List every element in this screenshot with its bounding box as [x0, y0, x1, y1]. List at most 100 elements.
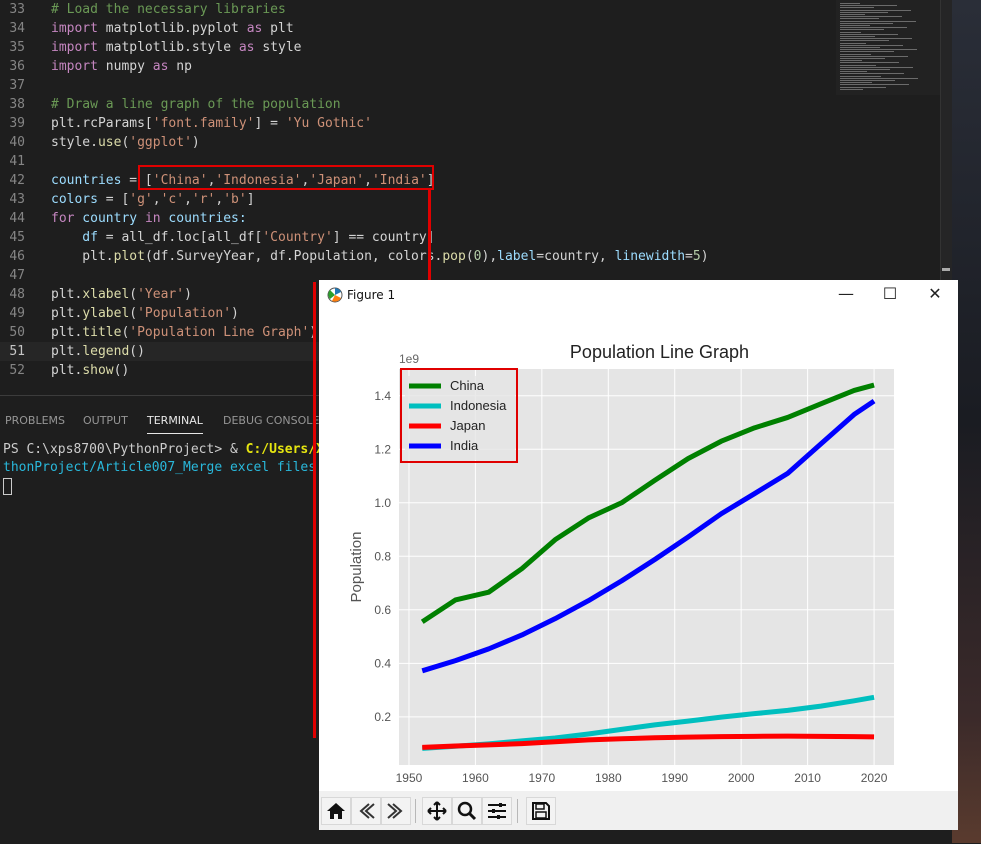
code-line[interactable]: 34 import matplotlib.pyplot as plt: [0, 19, 940, 38]
zoom-icon: [457, 801, 477, 821]
minimap-line: [840, 88, 863, 90]
code-token: .: [90, 135, 98, 150]
code-token: matplotlib.style: [97, 40, 239, 55]
minimap-line: [840, 33, 898, 35]
x-tick-label: 1990: [661, 771, 688, 785]
code-text: for country in countries:: [51, 209, 247, 228]
code-token: 'b': [223, 192, 247, 207]
code-token: as: [246, 21, 263, 36]
minimap-line: [840, 66, 913, 68]
code-token: plt.: [51, 287, 83, 302]
code-line[interactable]: 36 import numpy as np: [0, 57, 940, 76]
code-line[interactable]: 38 # Draw a line graph of the population: [0, 95, 940, 114]
code-text: colors = ['g','c','r','b']: [51, 190, 255, 209]
minimap-line: [840, 82, 872, 84]
tab-terminal[interactable]: TERMINAL: [147, 414, 203, 434]
code-text: # Draw a line graph of the population: [51, 95, 341, 114]
code-token: countries:: [160, 211, 247, 226]
configure-icon: [488, 803, 506, 819]
minimap-line: [840, 60, 862, 62]
code-token: ]: [246, 192, 255, 207]
configure-button[interactable]: [482, 797, 512, 825]
code-token: 5: [692, 249, 701, 264]
line-number: 49: [9, 306, 25, 321]
pan-button[interactable]: [422, 797, 452, 825]
line-number: 33: [9, 2, 25, 17]
code-text: style.use('ggplot'): [51, 133, 200, 152]
code-token: matplotlib.pyplot: [97, 21, 247, 36]
code-line[interactable]: 45 df = all_df.loc[all_df['Country'] == …: [0, 228, 940, 247]
home-button[interactable]: [321, 797, 351, 825]
code-token: ] == country]: [332, 230, 435, 245]
line-number: 41: [9, 154, 25, 169]
annotation-vertical-line: [313, 282, 316, 738]
minimap-line: [840, 16, 902, 18]
code-line[interactable]: 39 plt.rcParams['font.family'] = 'Yu Goth…: [0, 114, 940, 133]
y-tick-label: 0.4: [374, 656, 391, 670]
scrollbar-thumb[interactable]: [942, 268, 950, 271]
terminal-line-1[interactable]: PS C:\xps8700\PythonProject> & C:/Users/…: [3, 442, 347, 457]
minimap-line: [840, 36, 875, 37]
code-token: ylabel: [82, 306, 130, 321]
code-token: 'Yu Gothic': [285, 116, 372, 131]
code-line[interactable]: 46 plt.plot(df.SurveyYear, df.Population…: [0, 247, 940, 266]
code-line[interactable]: 40 style.use('ggplot'): [0, 133, 940, 152]
code-line[interactable]: 37: [0, 76, 940, 95]
code-token: plt.: [51, 344, 83, 359]
minimap-line: [840, 55, 908, 57]
code-token: np: [168, 59, 192, 74]
minimize-button[interactable]: —: [831, 285, 861, 305]
back-button[interactable]: [351, 797, 381, 825]
tab-problems[interactable]: PROBLEMS: [5, 414, 65, 427]
code-token: plt.: [51, 249, 114, 264]
y-tick-label: 1.2: [374, 442, 391, 456]
line-number: 43: [9, 192, 25, 207]
maximize-button[interactable]: ☐: [875, 285, 905, 305]
minimap-line: [840, 25, 870, 26]
code-token: xlabel: [82, 287, 130, 302]
code-line[interactable]: 44 for country in countries:: [0, 209, 940, 228]
code-token: ): [700, 249, 709, 264]
code-token: = all_df.loc[all_df[: [97, 230, 263, 245]
tab-output[interactable]: OUTPUT: [83, 414, 128, 427]
minimap[interactable]: [836, 0, 940, 95]
terminal-line-2: thonProject/Article007_Merge excel files…: [3, 460, 356, 475]
code-token: (): [113, 363, 130, 378]
code-token: plt.: [51, 306, 83, 321]
figure-window: Figure 1 — ☐ ✕ 1950 1960 1970 1980 1990 2000 2…: [319, 280, 958, 830]
y-tick-label: 1.4: [374, 389, 391, 403]
code-token: ,: [184, 192, 192, 207]
code-token: ),: [481, 249, 498, 264]
line-number: 39: [9, 116, 25, 131]
code-line[interactable]: 35 import matplotlib.style as style: [0, 38, 940, 57]
code-token: 0: [473, 249, 482, 264]
code-token: plot: [113, 249, 145, 264]
annotation-countries-box: [138, 165, 434, 190]
minimap-line: [840, 53, 871, 55]
code-token: countries: [51, 173, 122, 188]
line-number: 42: [9, 173, 25, 188]
minimap-line: [840, 58, 885, 59]
toolbar-separator: [517, 799, 518, 823]
code-line[interactable]: 33 # Load the necessary libraries: [0, 0, 940, 19]
zoom-button[interactable]: [452, 797, 482, 825]
code-token: numpy: [97, 59, 153, 74]
code-token: use: [97, 135, 122, 150]
code-text: # Load the necessary libraries: [51, 0, 286, 19]
minimap-line: [840, 77, 918, 79]
home-icon: [327, 803, 345, 819]
line-number: 44: [9, 211, 25, 226]
tab-debug-console[interactable]: DEBUG CONSOLE: [223, 414, 319, 427]
code-line[interactable]: 43 colors = ['g','c','r','b']: [0, 190, 940, 209]
minimap-line: [840, 40, 889, 42]
close-button[interactable]: ✕: [920, 285, 950, 305]
code-text: plt.show(): [51, 361, 129, 380]
save-button[interactable]: [526, 797, 556, 825]
x-tick-label: 1960: [462, 771, 489, 785]
code-token: as: [238, 40, 255, 55]
code-token: (): [129, 344, 145, 359]
code-token: title: [82, 325, 122, 340]
x-tick-label: 2000: [728, 771, 755, 785]
forward-button[interactable]: [381, 797, 411, 825]
window-titlebar[interactable]: Figure 1 — ☐ ✕: [319, 280, 958, 310]
